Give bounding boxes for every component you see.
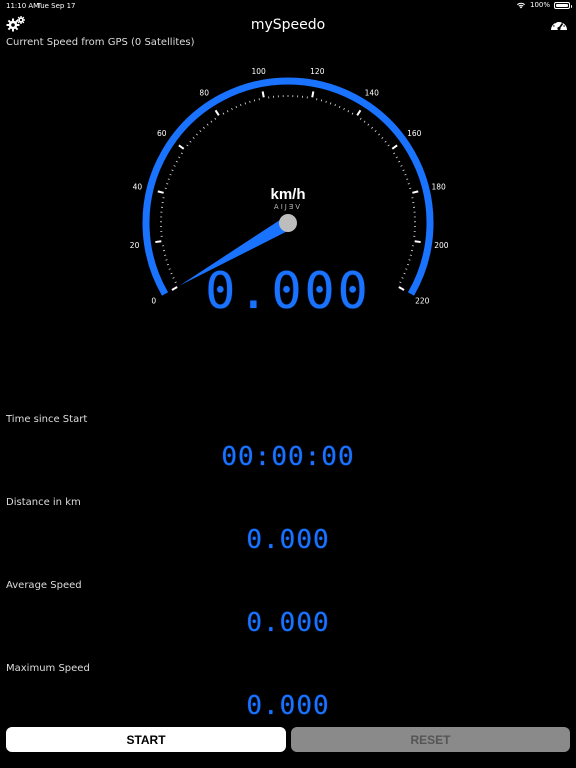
- gauge-major-tick: [214, 109, 220, 116]
- gauge-major-tick: [391, 144, 398, 150]
- gauge-scale-label: 120: [310, 67, 325, 76]
- average-speed-label: Average Speed: [6, 580, 82, 591]
- gauge-minor-tick: [381, 137, 384, 139]
- gauge-major-tick: [157, 190, 164, 194]
- gauge-scale-label: 140: [365, 89, 380, 98]
- gauge-minor-tick: [253, 99, 256, 102]
- gauge-scale-label: 20: [130, 241, 140, 250]
- gauge-minor-tick: [164, 254, 167, 256]
- gauge-scale-label: 160: [407, 129, 422, 138]
- gauge-minor-tick: [378, 133, 381, 136]
- gauge-minor-tick: [393, 152, 396, 155]
- gauge-minor-tick: [214, 117, 217, 120]
- gauge-scale-label: 80: [199, 89, 209, 98]
- gauge-minor-tick: [398, 160, 401, 163]
- gauge-minor-tick: [367, 123, 370, 126]
- gauge-major-tick: [311, 91, 315, 98]
- gauge-minor-tick: [359, 117, 362, 120]
- gauge-minor-tick: [329, 102, 332, 105]
- time-since-start-label: Time since Start: [6, 414, 88, 425]
- gauge-major-tick: [356, 109, 362, 116]
- distance-label: Distance in km: [6, 497, 81, 508]
- gauge-minor-tick: [395, 156, 398, 159]
- gauge-minor-tick: [363, 120, 366, 123]
- gauge-minor-tick: [199, 130, 202, 133]
- gauge-major-tick: [414, 240, 421, 244]
- gauge-scale-label: 200: [434, 241, 449, 250]
- gauge-minor-tick: [180, 152, 183, 155]
- gauge-minor-tick: [202, 126, 205, 129]
- gauge-minor-tick: [402, 169, 405, 172]
- gauge-minor-tick: [409, 187, 412, 190]
- gauge-minor-tick: [186, 144, 189, 147]
- gauge-scale-label: 60: [157, 129, 167, 138]
- maximum-speed-label: Maximum Speed: [6, 663, 90, 674]
- reset-button[interactable]: RESET: [291, 727, 570, 752]
- current-speed-display: 0.000: [205, 262, 371, 320]
- gauge-minor-tick: [351, 112, 354, 115]
- time-since-start-value: 00:00:00: [221, 442, 355, 472]
- gauge-minor-tick: [334, 104, 336, 107]
- gauge-minor-tick: [165, 259, 168, 261]
- gauge-scale-label: 40: [133, 182, 143, 191]
- maximum-speed-value: 0.000: [246, 691, 330, 721]
- gauge-minor-tick: [404, 173, 407, 176]
- gauge-minor-tick: [400, 165, 403, 167]
- gauge-major-tick: [261, 91, 265, 98]
- gauge-minor-tick: [338, 105, 341, 109]
- gauge-needle-hub: [279, 214, 297, 232]
- gauge-minor-tick: [169, 173, 172, 176]
- gauge-minor-tick: [374, 130, 377, 133]
- start-button[interactable]: START: [6, 727, 286, 752]
- gauge-minor-tick: [175, 160, 178, 163]
- gauge-minor-tick: [240, 104, 242, 107]
- gauge-minor-tick: [210, 120, 213, 123]
- gauge-minor-tick: [235, 105, 238, 109]
- gauge-minor-tick: [347, 110, 350, 113]
- gauge-minor-tick: [206, 123, 209, 126]
- gauge-minor-tick: [408, 259, 411, 261]
- gauge-minor-tick: [167, 178, 170, 180]
- gauge-minor-tick: [384, 140, 387, 143]
- gauge-scale-label: 180: [431, 182, 446, 191]
- gauge-minor-tick: [192, 137, 195, 139]
- gauge-major-tick: [412, 190, 419, 194]
- gauge-minor-tick: [409, 254, 412, 256]
- gauge-minor-tick: [164, 187, 167, 190]
- gauge-scale-label: 100: [252, 67, 267, 76]
- gauge-major-tick: [155, 240, 162, 244]
- gauge-minor-tick: [325, 100, 327, 103]
- gauge-minor-tick: [173, 165, 176, 167]
- gauge-minor-tick: [178, 156, 181, 159]
- gauge-minor-tick: [249, 100, 251, 103]
- gauge-major-tick: [178, 144, 185, 150]
- gauge-minor-tick: [226, 110, 229, 113]
- gauge-brand-mark: AIJƎV: [274, 203, 302, 211]
- gauge-minor-tick: [387, 144, 390, 147]
- gauge-minor-tick: [371, 126, 374, 129]
- gauge-minor-tick: [407, 183, 410, 185]
- gauge-minor-tick: [171, 169, 174, 172]
- gauge-minor-tick: [406, 178, 409, 180]
- distance-value: 0.000: [246, 525, 330, 555]
- gauge-minor-tick: [195, 133, 198, 136]
- gauge-minor-tick: [166, 183, 169, 185]
- gauge-unit-label: km/h: [270, 186, 305, 203]
- average-speed-value: 0.000: [246, 608, 330, 638]
- gauge-minor-tick: [222, 112, 225, 115]
- gauge-minor-tick: [231, 107, 233, 111]
- gauge-minor-tick: [189, 140, 192, 143]
- gauge-minor-tick: [320, 99, 323, 102]
- gauge-minor-tick: [343, 107, 345, 111]
- gauge-minor-tick: [244, 102, 247, 105]
